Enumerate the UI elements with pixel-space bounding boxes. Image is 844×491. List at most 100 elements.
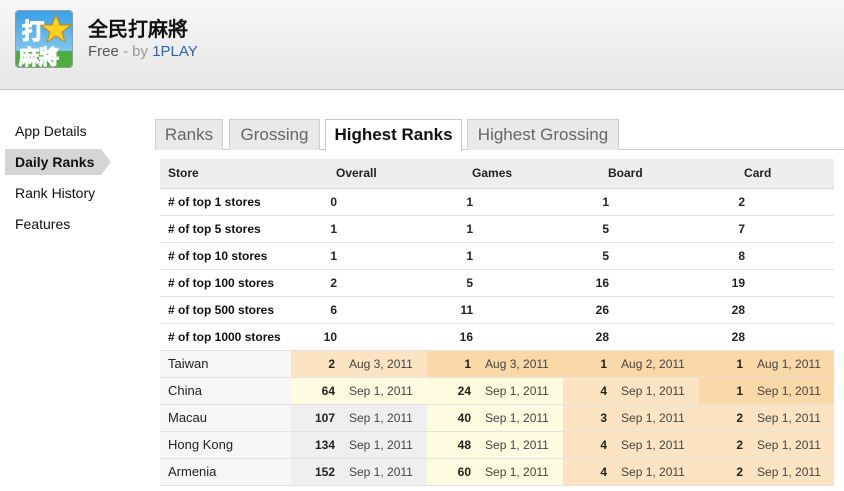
- stat-spacer: [339, 188, 428, 216]
- rank-value: 24: [427, 377, 476, 405]
- stat-spacer: [611, 323, 700, 351]
- rank-date: Sep 1, 2011: [339, 458, 428, 486]
- sidebar-item-app-details[interactable]: App Details: [0, 118, 150, 149]
- header-store[interactable]: Store: [160, 159, 291, 189]
- stat-spacer: [475, 215, 564, 243]
- rank-date: Sep 1, 2011: [747, 431, 835, 459]
- stat-value: 16: [563, 269, 612, 297]
- icon-text-bottom: 麻將: [18, 45, 59, 68]
- rank-value: 1: [699, 377, 748, 405]
- stat-value: 1: [563, 188, 612, 216]
- rank-value: 60: [427, 458, 476, 486]
- rank-date: Sep 1, 2011: [475, 404, 564, 432]
- country-name[interactable]: Armenia: [160, 458, 291, 486]
- stat-value: 5: [563, 215, 612, 243]
- country-row[interactable]: Macau 107 Sep 1, 2011 40 Sep 1, 2011 3 Sep 1, …: [160, 404, 835, 432]
- rank-value: 107: [291, 404, 339, 432]
- stat-value: 16: [427, 323, 476, 351]
- stat-value: 10: [291, 323, 339, 351]
- rank-value: 40: [427, 404, 476, 432]
- mahjong-app-icon: 打 麻將: [16, 11, 72, 68]
- rank-value: 1: [563, 350, 612, 378]
- header-overall[interactable]: Overall: [291, 159, 428, 189]
- rank-value: 2: [699, 431, 748, 459]
- stat-spacer: [339, 215, 428, 243]
- stat-spacer: [475, 269, 564, 297]
- rank-date: Sep 1, 2011: [611, 377, 700, 405]
- header-board[interactable]: Board: [563, 159, 700, 189]
- stat-value: 7: [699, 215, 748, 243]
- stat-value: 8: [699, 242, 748, 270]
- rank-value: 4: [563, 377, 612, 405]
- rank-value: 2: [699, 458, 748, 486]
- stat-value: 2: [291, 269, 339, 297]
- header-games[interactable]: Games: [427, 159, 564, 189]
- stat-spacer: [747, 323, 835, 351]
- highest-ranks-table: Store Overall Games Board Card # of top …: [160, 159, 835, 486]
- country-name[interactable]: Macau: [160, 404, 291, 432]
- rank-date: Sep 1, 2011: [475, 377, 564, 405]
- stat-value: 1: [427, 188, 476, 216]
- stat-spacer: [747, 242, 835, 270]
- rank-value: 64: [291, 377, 339, 405]
- sidebar-item-daily-ranks[interactable]: Daily Ranks: [5, 149, 111, 175]
- stat-value: 5: [563, 242, 612, 270]
- rank-date: Sep 1, 2011: [611, 458, 700, 486]
- rank-date: Sep 1, 2011: [475, 431, 564, 459]
- rank-date: Aug 3, 2011: [339, 350, 428, 378]
- country-row[interactable]: Taiwan 2 Aug 3, 2011 1 Aug 3, 2011 1 Aug 2, 20…: [160, 350, 835, 378]
- sidebar-nav: App Details Daily Ranks Rank History Fea…: [0, 118, 150, 242]
- country-row[interactable]: Armenia 152 Sep 1, 2011 60 Sep 1, 2011 4 Sep 1…: [160, 458, 835, 486]
- stat-row: # of top 1 stores 0 1 1 2: [160, 188, 835, 216]
- stat-value: 1: [427, 215, 476, 243]
- tab-grossing[interactable]: Grossing: [229, 119, 320, 150]
- rank-date: Aug 2, 2011: [611, 350, 700, 378]
- stat-label: # of top 1 stores: [160, 188, 291, 216]
- country-row[interactable]: China 64 Sep 1, 2011 24 Sep 1, 2011 4 Sep 1, 2…: [160, 377, 835, 405]
- rank-date: Sep 1, 2011: [339, 404, 428, 432]
- tab-highest-grossing[interactable]: Highest Grossing: [467, 119, 619, 150]
- stat-row: # of top 10 stores 1 1 5 8: [160, 242, 835, 270]
- stats-body: # of top 1 stores 0 1 1 2 # of top 5 stores 1 1…: [160, 188, 835, 351]
- rank-value: 1: [427, 350, 476, 378]
- rank-value: 1: [699, 350, 748, 378]
- tab-ranks[interactable]: Ranks: [155, 119, 223, 150]
- stat-spacer: [611, 215, 700, 243]
- stat-value: 1: [291, 242, 339, 270]
- country-name[interactable]: Taiwan: [160, 350, 291, 378]
- stat-value: 28: [699, 296, 748, 324]
- developer-link[interactable]: 1PLAY: [152, 43, 198, 60]
- rank-date: Aug 1, 2011: [747, 350, 835, 378]
- rank-date: Sep 1, 2011: [339, 377, 428, 405]
- rank-tabs: Ranks Grossing Highest Ranks Highest Gro…: [155, 118, 844, 151]
- stat-label: # of top 10 stores: [160, 242, 291, 270]
- rank-date: Sep 1, 2011: [747, 377, 835, 405]
- rank-value: 2: [291, 350, 339, 378]
- rank-date: Sep 1, 2011: [339, 431, 428, 459]
- rank-value: 3: [563, 404, 612, 432]
- sidebar-item-features[interactable]: Features: [0, 211, 150, 242]
- rank-date: Sep 1, 2011: [747, 458, 835, 486]
- country-row[interactable]: Hong Kong 134 Sep 1, 2011 48 Sep 1, 2011 4 Sep…: [160, 431, 835, 459]
- stat-value: 28: [563, 323, 612, 351]
- sidebar-item-rank-history[interactable]: Rank History: [0, 180, 150, 211]
- stat-value: 26: [563, 296, 612, 324]
- header-card[interactable]: Card: [699, 159, 835, 189]
- rank-value: 4: [563, 431, 612, 459]
- stat-spacer: [747, 296, 835, 324]
- stat-spacer: [475, 188, 564, 216]
- app-icon[interactable]: 打 麻將: [15, 10, 73, 68]
- stat-label: # of top 1000 stores: [160, 323, 291, 351]
- stat-value: 19: [699, 269, 748, 297]
- rank-value: 2: [699, 404, 748, 432]
- stat-value: 11: [427, 296, 476, 324]
- stat-value: 0: [291, 188, 339, 216]
- stat-label: # of top 500 stores: [160, 296, 291, 324]
- tab-highest-ranks[interactable]: Highest Ranks: [325, 119, 462, 151]
- stat-spacer: [611, 242, 700, 270]
- country-name[interactable]: China: [160, 377, 291, 405]
- stat-label: # of top 100 stores: [160, 269, 291, 297]
- country-name[interactable]: Hong Kong: [160, 431, 291, 459]
- stat-value: 28: [699, 323, 748, 351]
- table-header-row: Store Overall Games Board Card: [160, 159, 835, 189]
